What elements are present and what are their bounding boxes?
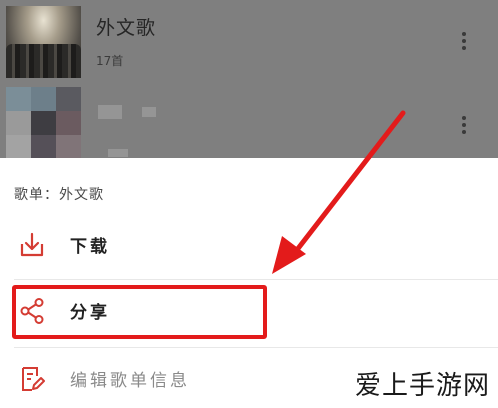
share-highlight-box bbox=[12, 285, 267, 339]
playlist-row[interactable] bbox=[0, 79, 498, 158]
playlist-cover bbox=[6, 6, 81, 78]
background-playlist-list: 外文歌 17首 bbox=[0, 0, 498, 158]
watermark-text: 爱上手游网 bbox=[354, 371, 490, 401]
download-label: 下载 bbox=[70, 237, 110, 257]
download-icon bbox=[18, 231, 46, 259]
playlist-row[interactable]: 外文歌 17首 bbox=[0, 0, 498, 79]
blurred-title bbox=[98, 105, 122, 119]
playlist-song-count: 17首 bbox=[96, 54, 124, 68]
edit-playlist-info-label: 编辑歌单信息 bbox=[70, 371, 190, 391]
playlist-title: 外文歌 bbox=[96, 17, 157, 39]
edit-icon bbox=[18, 365, 46, 393]
more-options-icon[interactable] bbox=[460, 32, 468, 54]
playlist-cover bbox=[6, 87, 81, 158]
more-options-icon[interactable] bbox=[460, 116, 468, 138]
blurred-title bbox=[142, 107, 156, 117]
sheet-header: 歌单：外文歌 bbox=[14, 187, 104, 203]
blurred-count bbox=[108, 149, 128, 157]
download-option[interactable]: 下载 bbox=[0, 214, 498, 274]
